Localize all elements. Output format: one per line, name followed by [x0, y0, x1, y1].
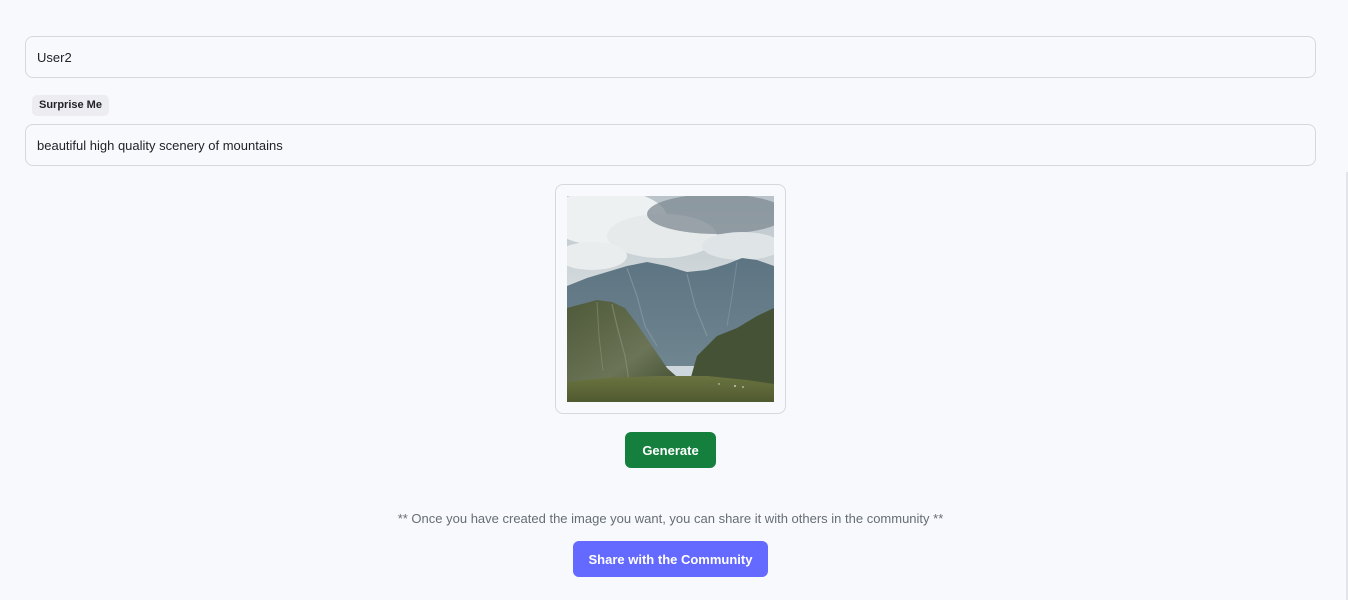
image-preview-frame	[555, 184, 786, 414]
share-with-community-button[interactable]: Share with the Community	[573, 541, 768, 577]
share-hint-text: ** Once you have created the image you w…	[397, 511, 944, 526]
prompt-input[interactable]	[25, 124, 1316, 166]
generated-image	[567, 196, 774, 402]
surprise-me-button[interactable]: Surprise Me	[32, 95, 109, 116]
name-input[interactable]	[25, 36, 1316, 78]
create-post-page: Surprise Me	[0, 0, 1348, 600]
generate-button[interactable]: Generate	[625, 432, 716, 468]
